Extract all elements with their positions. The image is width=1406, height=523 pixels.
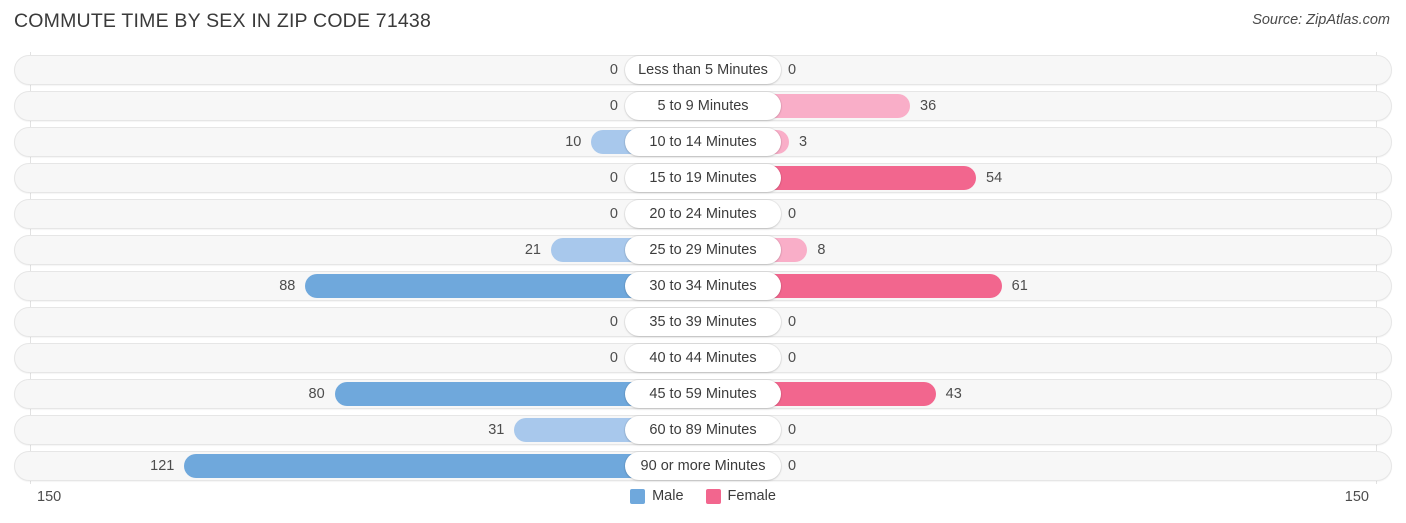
category-label-pill: 5 to 9 Minutes [625, 92, 781, 120]
bar-value-female: 61 [1011, 278, 1028, 294]
category-label-text: 20 to 24 Minutes [649, 206, 757, 222]
category-label-text: 30 to 34 Minutes [649, 278, 757, 294]
category-label-text: 45 to 59 Minutes [649, 386, 757, 402]
bar-value-female: 54 [986, 170, 1003, 186]
bar-value-male: 80 [308, 386, 325, 402]
bar-value-male: 0 [609, 170, 618, 186]
bar-value-female: 0 [788, 422, 797, 438]
category-label-pill: 25 to 29 Minutes [625, 236, 781, 264]
chart-row: 0 0 Less than 5 Minutes [0, 52, 1406, 88]
chart-row: 88 61 30 to 34 Minutes [0, 268, 1406, 304]
chart-row: 121 0 90 or more Minutes [0, 448, 1406, 484]
bar-value-male: 0 [609, 314, 618, 330]
category-label-text: 40 to 44 Minutes [649, 350, 757, 366]
legend-swatch-male-icon [630, 488, 646, 504]
category-label-text: Less than 5 Minutes [638, 62, 768, 78]
bar-value-female: 0 [788, 206, 797, 222]
bar-value-male: 88 [279, 278, 296, 294]
bar-value-female: 0 [788, 458, 797, 474]
chart-row: 0 0 20 to 24 Minutes [0, 196, 1406, 232]
bar-value-female: 8 [817, 242, 826, 258]
bar-value-female: 0 [788, 350, 797, 366]
category-label-pill: 15 to 19 Minutes [625, 164, 781, 192]
bar-value-male: 31 [488, 422, 505, 438]
chart-row: 0 54 15 to 19 Minutes [0, 160, 1406, 196]
category-label-pill: 90 or more Minutes [625, 452, 781, 480]
bar-value-female: 36 [920, 98, 937, 114]
chart-row: 0 0 35 to 39 Minutes [0, 304, 1406, 340]
category-label-pill: 20 to 24 Minutes [625, 200, 781, 228]
page-title: COMMUTE TIME BY SEX IN ZIP CODE 71438 [14, 10, 432, 32]
category-label-pill: 30 to 34 Minutes [625, 272, 781, 300]
category-label-pill: 40 to 44 Minutes [625, 344, 781, 372]
bar-value-male: 0 [609, 98, 618, 114]
category-label-text: 90 or more Minutes [640, 458, 766, 474]
category-label-pill: 10 to 14 Minutes [625, 128, 781, 156]
category-label-pill: Less than 5 Minutes [625, 56, 781, 84]
bar-value-female: 0 [788, 62, 797, 78]
legend-swatch-female-icon [705, 488, 721, 504]
legend-item-female[interactable]: Female [705, 488, 776, 504]
bar-value-female: 3 [799, 134, 808, 150]
bar-value-female: 43 [945, 386, 962, 402]
chart-page: COMMUTE TIME BY SEX IN ZIP CODE 71438 So… [0, 0, 1406, 523]
legend-item-male[interactable]: Male [630, 488, 684, 504]
bar-value-male: 10 [565, 134, 582, 150]
category-label-text: 10 to 14 Minutes [649, 134, 757, 150]
chart-footer: 150 150 Male Female [0, 484, 1406, 518]
chart-row: 21 8 25 to 29 Minutes [0, 232, 1406, 268]
bar-value-male: 21 [524, 242, 541, 258]
category-label-pill: 60 to 89 Minutes [625, 416, 781, 444]
bar-value-male: 0 [609, 206, 618, 222]
bar-value-male: 121 [150, 458, 175, 474]
bar-value-female: 0 [788, 314, 797, 330]
bar-value-male: 0 [609, 62, 618, 78]
legend-label-male: Male [652, 488, 684, 504]
chart-legend: Male Female [0, 488, 1406, 504]
category-label-text: 25 to 29 Minutes [649, 242, 757, 258]
source-attribution: Source: ZipAtlas.com [1252, 12, 1390, 28]
category-label-text: 15 to 19 Minutes [649, 170, 757, 186]
chart-row: 80 43 45 to 59 Minutes [0, 376, 1406, 412]
bar-value-male: 0 [609, 350, 618, 366]
category-label-text: 5 to 9 Minutes [657, 98, 749, 114]
chart-row: 0 0 40 to 44 Minutes [0, 340, 1406, 376]
category-label-pill: 45 to 59 Minutes [625, 380, 781, 408]
category-label-pill: 35 to 39 Minutes [625, 308, 781, 336]
category-label-text: 60 to 89 Minutes [649, 422, 757, 438]
legend-label-female: Female [727, 488, 776, 504]
chart-row: 10 3 10 to 14 Minutes [0, 124, 1406, 160]
chart-row: 0 36 5 to 9 Minutes [0, 88, 1406, 124]
chart-plot-area: 0 0 Less than 5 Minutes 0 36 5 to 9 Minutes 10… [0, 52, 1406, 484]
chart-row: 31 0 60 to 89 Minutes [0, 412, 1406, 448]
category-label-text: 35 to 39 Minutes [649, 314, 757, 330]
